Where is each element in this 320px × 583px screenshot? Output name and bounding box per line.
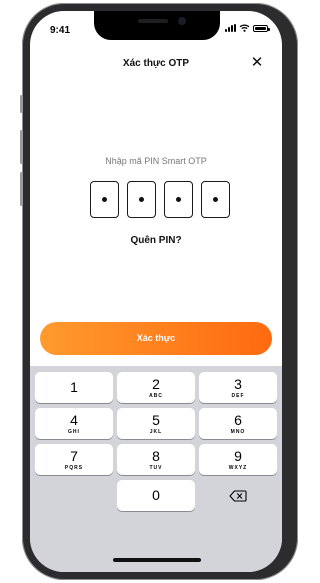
key-0[interactable]: 0 xyxy=(117,480,195,511)
key-3[interactable]: 3 DEF xyxy=(199,372,277,403)
pin-digit-box[interactable] xyxy=(127,181,156,218)
pin-label: Nhập mã PIN Smart OTP xyxy=(105,156,207,166)
verify-button[interactable]: Xác thực xyxy=(40,322,272,355)
key-9[interactable]: 9 WXYZ xyxy=(199,444,277,475)
notch xyxy=(94,11,220,40)
front-camera xyxy=(178,17,186,25)
delete-key[interactable] xyxy=(199,480,277,511)
pin-input[interactable] xyxy=(90,181,230,218)
phone-screen: 9:41 Xác thực OTP ✕ Nhập mã PIN Smart OT… xyxy=(30,11,282,572)
key-8[interactable]: 8 TUV xyxy=(117,444,195,475)
wifi-icon xyxy=(239,24,250,32)
pin-digit-box[interactable] xyxy=(90,181,119,218)
signal-icon xyxy=(225,24,236,32)
numeric-keypad: 1 2 ABC 3 DEF 4 GHI 5 JKL 6 MNO 7 PQRS 8 TUV 9W… xyxy=(30,366,282,572)
volume-down-button xyxy=(20,172,23,206)
status-icons xyxy=(225,24,270,32)
pin-digit-box[interactable] xyxy=(164,181,193,218)
backspace-icon xyxy=(229,489,247,502)
volume-up-button xyxy=(20,130,23,164)
forgot-pin-link[interactable]: Quên PIN? xyxy=(30,235,282,246)
home-indicator xyxy=(113,558,201,562)
key-5[interactable]: 5 JKL xyxy=(117,408,195,439)
pin-dot xyxy=(176,197,181,202)
key-6[interactable]: 6 MNO xyxy=(199,408,277,439)
pin-digit-box[interactable] xyxy=(201,181,230,218)
pin-dot xyxy=(139,197,144,202)
key-7[interactable]: 7 PQRS xyxy=(35,444,113,475)
page-title: Xác thực OTP xyxy=(122,58,190,69)
speaker xyxy=(138,19,168,23)
key-1[interactable]: 1 xyxy=(35,372,113,403)
battery-icon xyxy=(253,24,270,32)
silent-switch xyxy=(20,95,23,113)
key-4[interactable]: 4 GHI xyxy=(35,408,113,439)
pin-dot xyxy=(102,197,107,202)
key-2[interactable]: 2 ABC xyxy=(117,372,195,403)
status-time: 9:41 xyxy=(50,25,71,36)
close-button[interactable]: ✕ xyxy=(248,54,266,72)
pin-dot xyxy=(213,197,218,202)
